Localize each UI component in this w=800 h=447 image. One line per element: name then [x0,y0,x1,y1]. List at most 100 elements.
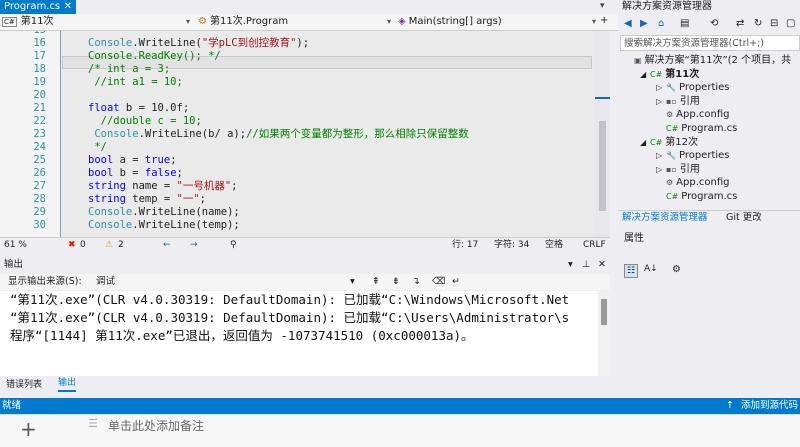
navigate-back-icon[interactable]: ← [163,238,171,252]
zoom-level[interactable]: 61 % [4,238,27,252]
dropdown-icon[interactable]: ▾ [568,258,573,272]
code-line[interactable]: //double c = 10; [88,115,202,128]
project-selector[interactable]: C# 第11次 ▾ [2,15,192,28]
notes-placeholder[interactable]: 单击此处添加备注 [108,417,204,434]
solution-tree-item[interactable]: C# Program.cs [656,190,737,204]
notes-bar: + ☰ 单击此处添加备注 [0,414,800,447]
find-next-icon[interactable]: ⇟ [392,274,400,290]
show-all-files-icon[interactable]: ▢ [786,15,795,33]
chevron-down-icon[interactable]: ▾ [350,274,355,290]
code-line[interactable]: */ [88,141,107,154]
solution-tree-label: Program.cs [681,123,738,134]
categorized-icon[interactable]: ☷ [624,264,638,278]
project-selector-value: 第11次 [20,16,54,27]
expand-arrow-icon[interactable]: ▷ [656,81,666,95]
expand-arrow-icon[interactable]: ▷ [656,149,666,163]
line-number: 22 [33,115,46,127]
solution-search-input[interactable]: 搜索解决方案资源管理器(Ctrl+;) [620,35,800,51]
expand-arrow-open-icon[interactable]: ◢ [640,136,650,150]
tab-solution-explorer[interactable]: 解决方案资源管理器 [622,211,708,225]
go-to-line-icon[interactable]: ↴ [412,274,420,290]
line-number: 21 [33,102,46,114]
navigate-forward-icon[interactable]: → [190,238,198,252]
expand-arrow-icon[interactable]: ▷ [656,163,666,177]
tab-program-cs[interactable]: Program.cs ✕ [0,0,76,14]
document-tab-strip: Program.cs ✕ ▾ [0,0,618,14]
solution-tree-item[interactable]: ▷ 🔧 Properties [656,81,730,95]
code-line[interactable]: /* int a = 3; [88,63,170,76]
output-source-select[interactable]: 调试 [96,274,356,290]
eol-indicator[interactable]: CRLF [583,238,606,252]
word-wrap-icon[interactable]: ↵ [452,274,460,290]
solution-tree-item[interactable]: ◢ C# 第11次 [640,68,699,82]
solution-tree-item[interactable]: C# Program.cs [656,122,737,136]
close-icon[interactable]: ✕ [598,258,606,272]
find-message-icon[interactable]: ⇞ [372,274,380,290]
solution-tree-item[interactable]: ⚙ App.config [656,176,730,190]
alphabetical-icon[interactable]: A↓ [644,264,658,274]
code-line[interactable]: //int a1 = 10; [88,76,183,89]
forward-icon[interactable]: ▶ [640,15,648,33]
solution-tree-item[interactable]: ▣ 解决方案“第11次”(2 个项目，共 [624,54,791,68]
code-line[interactable]: Console.WriteLine("学pLC到创控教育"); [88,37,309,50]
tab-list-dropdown-icon[interactable]: ▾ [600,1,605,11]
tab-output[interactable]: 输出 [58,377,77,392]
solution-explorer-title: 解决方案资源管理器 [622,1,712,12]
editor-scrollbar[interactable] [595,31,610,237]
spaces-indicator[interactable]: 空格 [545,238,563,252]
output-scrollbar[interactable] [598,291,610,376]
sync-icon[interactable]: ⇄ [736,15,744,33]
line-number: 16 [33,37,46,49]
close-icon[interactable]: ✕ [64,0,72,14]
tab-error-list[interactable]: 错误列表 [6,377,42,393]
code-line[interactable]: bool b = false; [88,167,183,180]
back-icon[interactable]: ◀ [624,15,632,33]
member-selector[interactable]: ◈ Main(string[] args) ▾ [398,15,598,28]
property-pages-icon[interactable]: ⚙ [672,264,681,275]
solution-tree-item[interactable]: ◢ C# 第12次 [640,136,698,150]
code-line[interactable]: bool a = true; [88,154,177,167]
solution-tree-label: App.config [676,109,730,121]
warning-icon[interactable]: ⚠ [105,238,113,252]
expand-arrow-icon[interactable]: ▷ [656,95,666,109]
plus-icon[interactable]: + [20,417,37,441]
error-count[interactable]: 0 [80,238,86,252]
clear-all-icon[interactable]: ⌫ [432,274,445,290]
solution-tree-item[interactable]: ▷ ▪▫ 引用 [656,163,700,177]
code-editor[interactable]: 1516Console.WriteLine("学pLC到创控教育");17Con… [0,31,610,237]
home-icon[interactable]: ⌂ [658,15,664,33]
error-icon[interactable]: ✖ [68,238,76,252]
class-selector[interactable]: ⚙ 第11次.Program ▾ [198,15,393,28]
chevron-down-icon: ▾ [185,17,190,26]
brush-icon[interactable]: ⚲ [230,238,237,252]
code-line[interactable]: Console.ReadKey(); */ [88,50,221,63]
code-line[interactable]: float b = 10.0f; [88,102,189,115]
history-icon[interactable]: ⟲ [710,15,718,33]
refresh-icon[interactable]: ↻ [754,15,762,33]
solution-tree-label: App.config [676,177,730,189]
output-line: “第11次.exe”(CLR v4.0.30319: DefaultDomain… [10,292,570,307]
collapse-all-icon[interactable]: ⊟ [770,15,778,33]
member-selector-value: Main(string[] args) [408,16,502,27]
tab-git-changes[interactable]: Git 更改 [726,211,762,225]
solution-tree-item[interactable]: ⚙ App.config [656,108,730,122]
switch-views-icon[interactable]: ▤ [680,15,689,33]
pin-icon[interactable]: ⊥ [582,258,590,272]
expand-arrow-open-icon[interactable]: ◢ [640,68,650,82]
code-line[interactable]: string name = "一号机器"; [88,180,238,193]
code-line[interactable]: Console.WriteLine(name); [88,206,240,219]
scroll-thumb[interactable] [601,299,607,325]
code-line[interactable]: Console.WriteLine(b/ a);//如果两个变量都为整形，那么相… [88,128,468,141]
add-to-source-control[interactable]: 添加到源代码 [741,398,798,414]
line-number: 28 [33,193,46,205]
code-line[interactable]: string temp = "一"; [88,193,206,206]
arrow-up-icon[interactable]: ↑ [726,398,734,414]
code-line[interactable]: Console.WriteLine(temp); [88,219,240,232]
solution-tree-item[interactable]: ▷ 🔧 Properties [656,149,730,163]
scroll-thumb[interactable] [599,121,606,211]
output-text[interactable]: “第11次.exe”(CLR v4.0.30319: DefaultDomain… [0,291,598,376]
solution-tree-item[interactable]: ▷ ▪▫ 引用 [656,95,700,109]
warning-count[interactable]: 2 [118,238,124,252]
csproj-icon: C# [650,137,663,147]
split-editor-icon[interactable]: + [600,15,608,26]
